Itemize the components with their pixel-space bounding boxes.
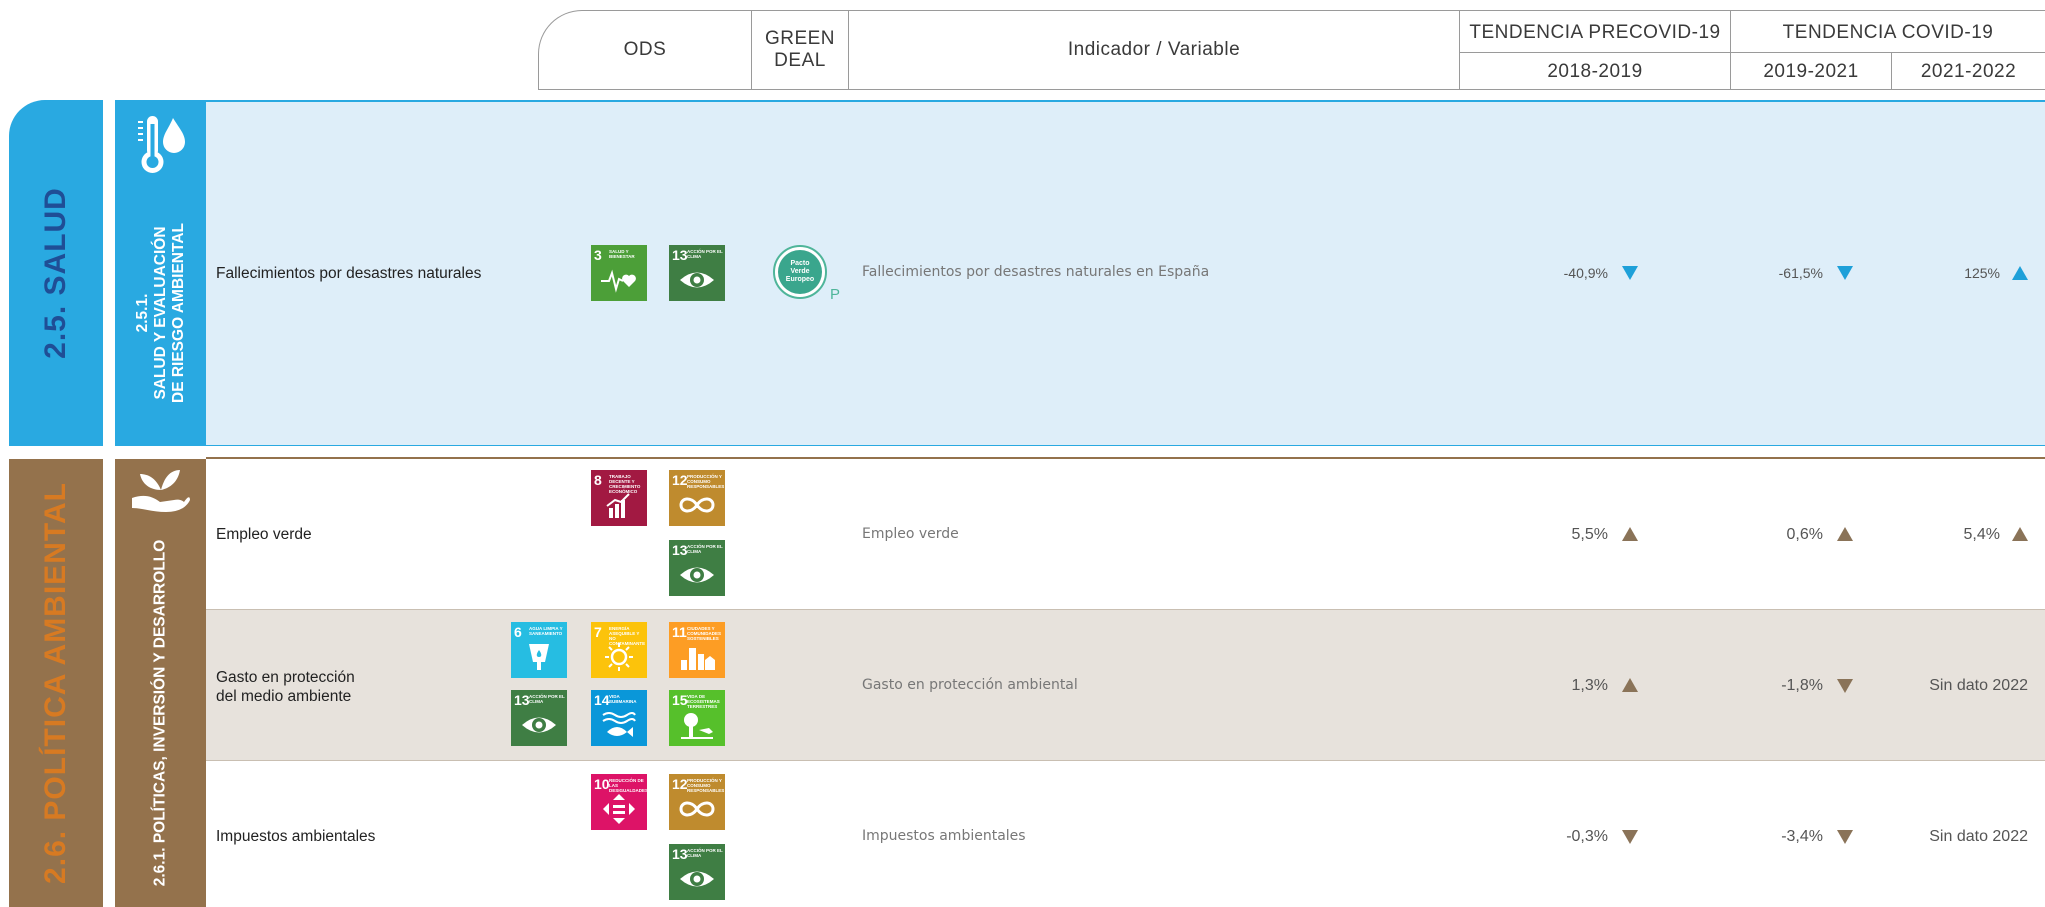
trend-down-icon: [1622, 830, 1638, 844]
subsection-politica-label: 2.6.1. POLÍTICAS, INVERSIÓN Y DESARROLLO: [115, 459, 206, 907]
sdg-6-icon: 6 Agua limpia y saneamiento: [511, 622, 567, 678]
value-2018-2019: 1,3%: [1571, 677, 1608, 694]
header-ods: ODS: [623, 39, 667, 60]
row-variable: Impuestos ambientales: [862, 828, 1026, 844]
trend-down-icon: [1837, 679, 1853, 693]
sdg-12-icon: 12 Producción y consumo responsables: [669, 470, 725, 526]
value-2018-2019: -0,3%: [1566, 828, 1608, 845]
header-green-deal-line2: DEAL: [774, 50, 826, 71]
trend-up-icon: [1622, 527, 1638, 541]
trend-down-icon: [1837, 830, 1853, 844]
header-period-2021-2022: 2021-2022: [1920, 60, 2017, 82]
subsection-salud-label: 2.5.1. SALUD Y EVALUACIÓN DE RIESGO AMBI…: [115, 100, 206, 446]
header-period-2018-2019: 2018-2019: [1547, 60, 1643, 82]
trend-up-icon: [2012, 527, 2028, 541]
sdg-14-icon: 14 Vida submarina: [591, 690, 647, 746]
header-indicador: Indicador / Variable: [1067, 39, 1241, 60]
row-variable: Fallecimientos por desastres naturales e…: [862, 264, 1210, 280]
sdg-13-icon: 13 Acción por el clima: [511, 690, 567, 746]
header-green-deal-line1: GREEN: [764, 28, 836, 49]
value-2019-2021: -61,5%: [1778, 265, 1823, 281]
sdg-13-icon: 13 Acción por el clima: [669, 245, 725, 301]
trend-up-icon: [1837, 527, 1853, 541]
value-2019-2021: 0,6%: [1786, 526, 1823, 543]
sdg-12-icon: 12 Producción y consumo responsables: [669, 774, 725, 830]
hand-plant-icon: [132, 470, 190, 512]
value-2019-2021: -1,8%: [1781, 677, 1823, 694]
sdg-8-icon: 8 Trabajo decente y crecimiento económico: [591, 470, 647, 526]
row-divider: [206, 760, 2045, 761]
sdg-3-icon: 3 Salud y bienestar: [591, 245, 647, 301]
section-divider: [206, 457, 2045, 459]
section-salud-label: 2.5. SALUD: [9, 100, 103, 446]
header-period-2019-2021: 2019-2021: [1763, 60, 1859, 82]
trend-down-icon: [1837, 266, 1853, 280]
trend-down-icon: [1622, 266, 1638, 280]
value-2021-2022: 125%: [1964, 265, 2000, 281]
header-tendencia-precovid: TENDENCIA PRECOVID-19: [1469, 22, 1721, 43]
row-label: Gasto en protección del medio ambiente: [216, 669, 355, 705]
subsection-salud-title: 2.5.1. SALUD Y EVALUACIÓN DE RIESGO AMBI…: [133, 223, 187, 403]
thermometer-drop-icon: [138, 116, 185, 173]
sdg-10-icon: 10 Reducción de las desigualdades: [591, 774, 648, 830]
value-2021-2022: Sin dato 2022: [1929, 828, 2028, 845]
subsection-politica-title: 2.6.1. POLÍTICAS, INVERSIÓN Y DESARROLLO: [151, 539, 169, 887]
green-deal-badge: Pacto Verde Europeo: [772, 244, 830, 302]
row-label: Fallecimientos por desastres naturales: [216, 265, 482, 282]
value-2019-2021: -3,4%: [1781, 828, 1823, 845]
green-deal-tag: P: [830, 286, 841, 303]
trend-up-icon: [1622, 678, 1638, 692]
section-politica-label: 2.6. POLÍTICA AMBIENTAL: [9, 459, 103, 907]
row-label: Impuestos ambientales: [216, 828, 376, 845]
sdg-11-icon: 11 Ciudades y comunidades sostenibles: [669, 622, 725, 678]
header-tendencia-covid: TENDENCIA COVID-19: [1782, 22, 1994, 43]
sdg-13-icon: 13 Acción por el clima: [669, 540, 725, 596]
row-label: Empleo verde: [216, 526, 312, 543]
sdg-15-icon: 15 Vida de ecosistemas terrestres: [669, 690, 725, 746]
trend-up-icon: [2012, 266, 2028, 280]
section-salud-title: 2.5. SALUD: [39, 187, 72, 359]
value-2018-2019: 5,5%: [1571, 526, 1608, 543]
row-variable: Empleo verde: [862, 526, 959, 542]
sdg-7-icon: 7 Energía asequible y no contaminante: [591, 622, 647, 678]
value-2021-2022: 5,4%: [1963, 526, 2000, 543]
sdg-13-icon: 13 Acción por el clima: [669, 844, 725, 900]
value-2018-2019: -40,9%: [1563, 265, 1608, 281]
row-variable: Gasto en protección ambiental: [862, 677, 1078, 693]
value-2021-2022: Sin dato 2022: [1929, 677, 2028, 694]
section-politica-title: 2.6. POLÍTICA AMBIENTAL: [39, 482, 72, 884]
header-green-deal: GREEN DEAL: [752, 22, 848, 78]
